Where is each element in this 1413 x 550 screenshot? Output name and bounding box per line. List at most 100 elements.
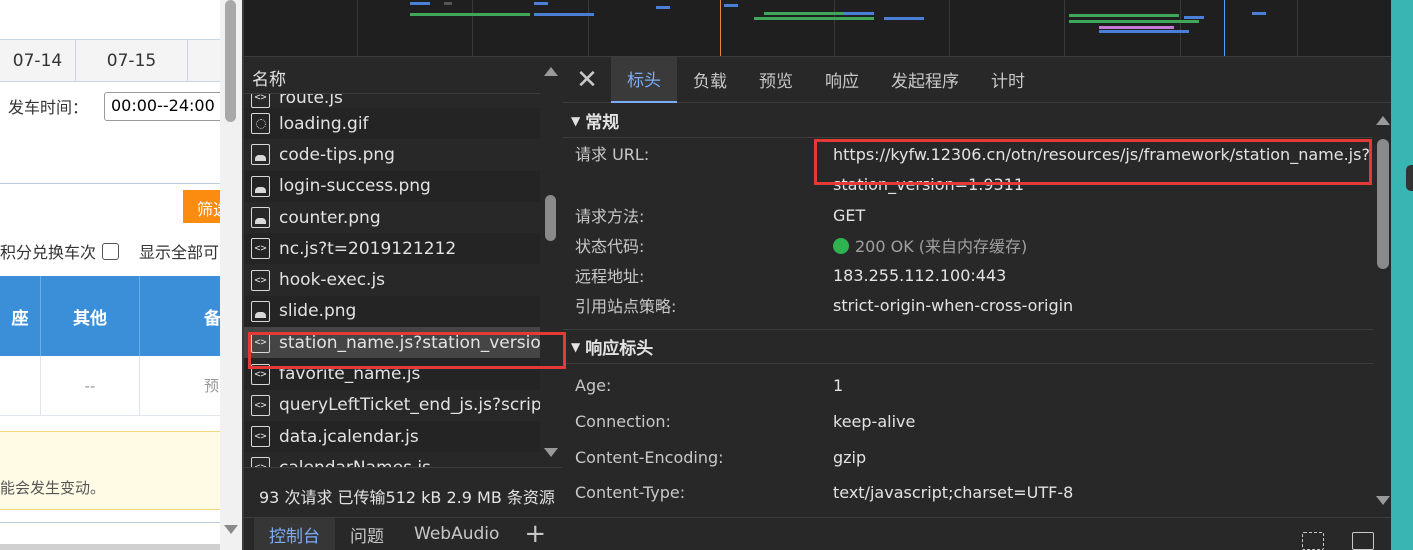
section-title: 常规 xyxy=(585,113,620,133)
date-tab-next[interactable] xyxy=(188,40,220,81)
timeline-bar xyxy=(1252,12,1266,15)
scroll-down-arrow-icon[interactable] xyxy=(1376,496,1390,505)
header-key: Connection: xyxy=(575,412,671,432)
scroll-down-arrow-icon[interactable] xyxy=(544,448,558,457)
request-name: login-success.png xyxy=(279,176,431,197)
list-item[interactable]: <> favorite_name.js xyxy=(244,358,540,390)
header-value: gzip xyxy=(833,447,867,467)
train-table-header: 座 其他 备 xyxy=(0,276,220,356)
image-file-icon xyxy=(251,207,270,229)
timeline-bar xyxy=(754,17,874,20)
table-cell xyxy=(0,356,41,415)
timeline-bar xyxy=(656,6,670,9)
tab-issues[interactable]: 问题 xyxy=(335,518,399,550)
close-icon[interactable]: ✕ xyxy=(563,57,611,103)
tab-payload[interactable]: 负载 xyxy=(677,57,743,103)
timeline-gridline xyxy=(949,0,950,56)
column-header-remark: 备 xyxy=(204,308,220,329)
list-item[interactable]: <> hook-exec.js xyxy=(244,264,540,295)
triangle-down-icon: ▼ xyxy=(571,113,581,128)
scrollbar-thumb[interactable] xyxy=(1377,139,1389,269)
list-item[interactable]: <> queryLeftTicket_end_js.js?scrip... xyxy=(244,390,540,421)
request-name: nc.js?t=2019121212 xyxy=(279,238,457,259)
add-tab-plus-icon[interactable]: + xyxy=(514,518,556,550)
timeline-gridline xyxy=(1180,0,1181,56)
scroll-down-arrow-icon[interactable] xyxy=(224,525,238,534)
header-key: Content-Type: xyxy=(575,483,686,503)
list-item[interactable]: <> calendarNames.js xyxy=(244,452,540,467)
timeline-bar xyxy=(1184,16,1204,19)
list-item[interactable]: code-tips.png xyxy=(244,139,540,170)
timeline-load-marker xyxy=(720,0,721,56)
request-name: hook-exec.js xyxy=(279,270,386,291)
remote-address-label: 远程地址: xyxy=(575,267,645,286)
name-column-header[interactable]: 名称 xyxy=(244,57,562,94)
date-tab-0714[interactable]: 07-14 xyxy=(0,40,76,81)
headers-scrollbar[interactable] xyxy=(1373,104,1393,517)
show-all-checkbox[interactable] xyxy=(102,242,120,260)
request-name-panel: 名称 <> route.js loading.gif code-tips.png… xyxy=(244,57,562,467)
network-overview-timeline[interactable] xyxy=(244,0,1393,57)
list-item[interactable]: <> data.jcalendar.js xyxy=(244,420,540,453)
scrollbar-thumb[interactable] xyxy=(545,195,556,241)
scrollbar-thumb[interactable] xyxy=(225,0,236,122)
remote-address-row: 远程地址: 183.255.112.100:443 xyxy=(563,260,1373,290)
list-item[interactable]: slide.png xyxy=(244,295,540,328)
tab-console[interactable]: 控制台 xyxy=(254,518,335,550)
response-header-row: Connection: keep-alive xyxy=(563,404,1373,440)
window-edge-strip xyxy=(1391,0,1413,550)
page-horizontal-scrollbar[interactable] xyxy=(0,544,220,550)
options-row: 积分兑换车次 显示全部可 xyxy=(0,239,219,263)
timeline-gridline xyxy=(1297,0,1298,56)
js-file-icon: <> xyxy=(251,363,270,385)
request-list-scrollbar[interactable] xyxy=(540,57,562,467)
tab-webaudio[interactable]: WebAudio xyxy=(399,518,514,550)
tab-preview[interactable]: 预览 xyxy=(743,57,809,103)
book-button[interactable]: 预 xyxy=(140,356,220,415)
webpage-viewport: 07-14 07-15 发车时间： 00:00--24:00 筛选 积分兑换车次… xyxy=(0,0,220,550)
timeline-bar xyxy=(410,13,530,16)
request-name: calendarNames.js xyxy=(279,458,431,467)
list-item-selected[interactable]: <> station_name.js?station_versio... xyxy=(244,327,540,359)
network-summary-bar: 93 次请求 已传输512 kB 2.9 MB 条资源 xyxy=(244,467,562,517)
departure-time-select[interactable]: 00:00--24:00 xyxy=(104,92,220,121)
timeline-bar xyxy=(724,4,738,7)
status-code-row: 状态代码: 200 OK (来自内存缓存) xyxy=(563,230,1373,260)
points-exchange-label: 积分兑换车次 xyxy=(0,243,97,262)
list-item[interactable]: counter.png xyxy=(244,202,540,233)
list-item[interactable]: <> nc.js?t=2019121212 xyxy=(244,233,540,265)
request-url-row: 请求 URL: https://kyfw.12306.cn/otn/resour… xyxy=(563,138,1373,200)
notice-text: 能会发生变动。 xyxy=(0,479,106,497)
list-item[interactable]: loading.gif xyxy=(244,108,540,140)
date-tab-0715[interactable]: 07-15 xyxy=(76,40,188,81)
edge-handle[interactable] xyxy=(1406,165,1413,191)
table-cell: -- xyxy=(41,356,140,415)
response-headers-section-toggle[interactable]: ▼ 响应标头 xyxy=(563,330,1373,364)
scroll-up-arrow-icon[interactable] xyxy=(544,67,558,76)
timeline-bar xyxy=(534,2,548,5)
filter-button[interactable]: 筛选 xyxy=(183,190,220,223)
timeline-bar xyxy=(534,13,594,16)
general-section-toggle[interactable]: ▼ 常规 xyxy=(563,104,1373,138)
section-title: 响应标头 xyxy=(585,339,654,359)
tab-response[interactable]: 响应 xyxy=(809,57,875,103)
list-item[interactable]: login-success.png xyxy=(244,170,540,202)
list-item[interactable]: <> route.js xyxy=(244,94,540,108)
request-method-label: 请求方法: xyxy=(575,207,645,226)
scroll-up-arrow-icon[interactable] xyxy=(1376,116,1390,125)
undock-drawer-icon[interactable] xyxy=(1352,532,1374,550)
dock-side-icon[interactable] xyxy=(1302,532,1324,550)
timeline-bar xyxy=(410,2,430,5)
timeline-bar xyxy=(444,2,452,5)
status-code-label: 状态代码: xyxy=(575,237,645,256)
tab-headers[interactable]: 标头 xyxy=(611,56,677,103)
tab-initiator[interactable]: 发起程序 xyxy=(875,57,975,103)
column-header-seat: 座 xyxy=(0,276,41,356)
header-value: 1 xyxy=(833,376,844,396)
tab-timing[interactable]: 计时 xyxy=(975,57,1041,103)
page-vertical-scrollbar[interactable] xyxy=(220,0,242,550)
triangle-down-icon: ▼ xyxy=(571,339,581,354)
timeline-bar xyxy=(884,17,924,20)
status-text: 200 OK (来自内存缓存) xyxy=(855,237,1028,256)
response-header-row: Age: 1 xyxy=(563,368,1373,404)
